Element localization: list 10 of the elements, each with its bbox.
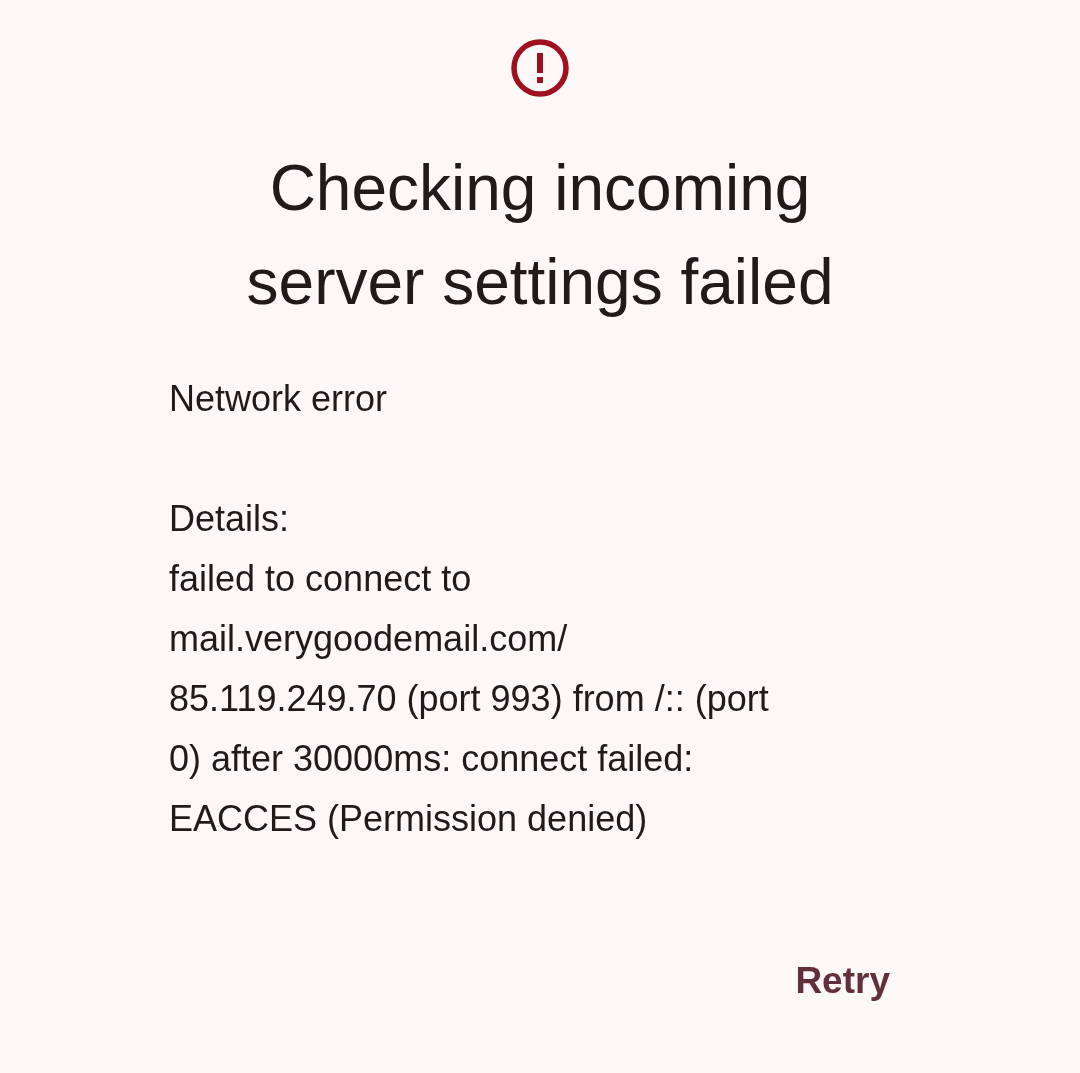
details-text-line: EACCES (Permission denied) xyxy=(169,797,648,841)
retry-button[interactable]: Retry xyxy=(779,952,906,1010)
details-text-line: 85.119.249.70 (port 993) from /:: (port xyxy=(169,677,769,721)
error-icon xyxy=(510,38,570,98)
details-text-line: failed to connect to xyxy=(169,557,472,601)
details-label: Details: xyxy=(169,497,290,541)
details-text-line: mail.verygoodemail.com/ xyxy=(169,617,568,661)
details-text-line: 0) after 30000ms: connect failed: xyxy=(169,737,694,781)
dialog-title: Checking incoming server settings failed xyxy=(245,151,835,320)
error-message: Network error xyxy=(169,377,388,421)
